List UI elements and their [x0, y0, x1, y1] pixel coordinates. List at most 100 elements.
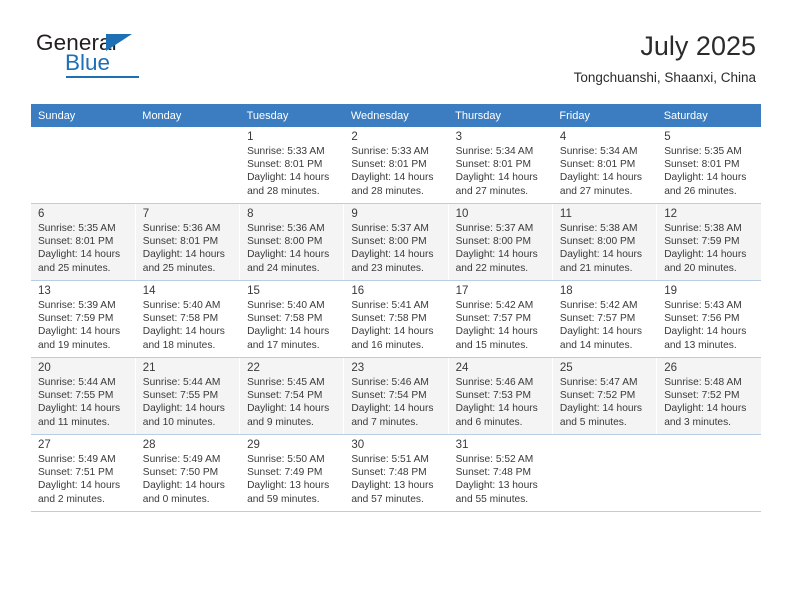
calendar-day-cell[interactable]: 7 Sunrise: 5:36 AM Sunset: 8:01 PM Daylight…: [135, 203, 241, 281]
daylight-text-line2: and 11 minutes.: [38, 416, 110, 428]
day-number: 24: [455, 362, 469, 374]
daylight-text-line1: Daylight: 14 hours: [142, 480, 225, 492]
day-number: 21: [142, 362, 156, 374]
calendar-day-cell[interactable]: 11 Sunrise: 5:38 AM Sunset: 8:00 PM Dayligh…: [552, 203, 658, 281]
day-sun-info: Sunrise: 5:49 AM Sunset: 7:50 PM Daylight:…: [136, 452, 239, 506]
sunrise-text: Sunrise: 5:52 AM: [455, 454, 534, 465]
calendar-day-cell[interactable]: 31 Sunrise: 5:52 AM Sunset: 7:48 PM Dayligh…: [448, 434, 553, 512]
daylight-text-line1: Daylight: 14 hours: [351, 249, 434, 261]
day-number: [136, 127, 239, 144]
calendar-day-cell[interactable]: 24 Sunrise: 5:46 AM Sunset: 7:53 PM Dayligh…: [448, 357, 553, 435]
day-number: 17: [455, 285, 469, 297]
daylight-text-line2: and 7 minutes.: [351, 416, 419, 428]
sunrise-text: Sunrise: 5:42 AM: [455, 300, 534, 311]
sunset-text: Sunset: 7:51 PM: [38, 467, 114, 479]
sunrise-text: Sunrise: 5:40 AM: [247, 300, 325, 311]
day-number: 28: [142, 439, 156, 451]
weekday-header-thursday: Thursday: [448, 104, 553, 127]
day-sun-info: Sunrise: 5:42 AM Sunset: 7:57 PM Daylight:…: [449, 298, 552, 352]
calendar-day-cell[interactable]: 6 Sunrise: 5:35 AM Sunset: 8:01 PM Daylight…: [31, 203, 136, 281]
calendar-day-cell[interactable]: 18 Sunrise: 5:42 AM Sunset: 7:57 PM Dayligh…: [552, 280, 658, 358]
calendar-day-cell[interactable]: 1 Sunrise: 5:33 AM Sunset: 8:01 PM Daylight…: [239, 127, 345, 204]
day-number: 14: [142, 285, 156, 297]
day-number: 26: [664, 362, 677, 374]
day-sun-info: Sunrise: 5:51 AM Sunset: 7:48 PM Daylight:…: [344, 452, 447, 506]
day-number: 27: [38, 439, 51, 451]
calendar-day-cell[interactable]: 9 Sunrise: 5:37 AM Sunset: 8:00 PM Daylight…: [343, 203, 449, 281]
sunrise-text: Sunrise: 5:50 AM: [247, 454, 325, 465]
day-cell-inner: [657, 435, 761, 511]
daylight-text-line1: Daylight: 14 hours: [38, 403, 121, 415]
daylight-text-line1: Daylight: 14 hours: [247, 326, 330, 338]
sunrise-text: Sunrise: 5:46 AM: [351, 377, 429, 388]
sunrise-text: Sunrise: 5:47 AM: [559, 377, 638, 388]
daylight-text-line1: Daylight: 14 hours: [455, 403, 538, 415]
calendar-day-cell[interactable]: 13 Sunrise: 5:39 AM Sunset: 7:59 PM Dayligh…: [31, 280, 136, 358]
day-cell-inner: 7 Sunrise: 5:36 AM Sunset: 8:01 PM Daylight…: [136, 204, 239, 280]
day-cell-inner: 6 Sunrise: 5:35 AM Sunset: 8:01 PM Daylight…: [31, 204, 135, 280]
calendar-day-cell[interactable]: 21 Sunrise: 5:44 AM Sunset: 7:55 PM Dayligh…: [135, 357, 241, 435]
day-cell-inner: 5 Sunrise: 5:35 AM Sunset: 8:01 PM Daylight…: [657, 127, 761, 203]
calendar-day-cell[interactable]: 10 Sunrise: 5:37 AM Sunset: 8:00 PM Dayligh…: [448, 203, 553, 281]
calendar-body: 1 Sunrise: 5:33 AM Sunset: 8:01 PM Daylight…: [31, 127, 761, 512]
calendar-day-cell[interactable]: 16 Sunrise: 5:41 AM Sunset: 7:58 PM Dayligh…: [343, 280, 449, 358]
daylight-text-line2: and 16 minutes.: [351, 339, 424, 351]
day-sun-info: Sunrise: 5:42 AM Sunset: 7:57 PM Daylight:…: [553, 298, 656, 352]
calendar-day-cell[interactable]: 4 Sunrise: 5:34 AM Sunset: 8:01 PM Daylight…: [552, 127, 658, 204]
calendar-day-cell[interactable]: 19 Sunrise: 5:43 AM Sunset: 7:56 PM Dayligh…: [656, 280, 761, 358]
day-number: 10: [455, 208, 469, 220]
calendar-day-cell[interactable]: 8 Sunrise: 5:36 AM Sunset: 8:00 PM Daylight…: [239, 203, 345, 281]
calendar-day-cell[interactable]: 26 Sunrise: 5:48 AM Sunset: 7:52 PM Dayligh…: [656, 357, 761, 435]
day-sun-info: Sunrise: 5:44 AM Sunset: 7:55 PM Daylight:…: [136, 375, 239, 429]
daylight-text-line2: and 27 minutes.: [559, 185, 633, 197]
calendar-page: General Blue July 2025 Tongchuanshi, Sha…: [0, 0, 792, 612]
sunset-text: Sunset: 7:54 PM: [247, 390, 323, 402]
calendar-day-cell[interactable]: 3 Sunrise: 5:34 AM Sunset: 8:01 PM Daylight…: [448, 127, 553, 204]
sunset-text: Sunset: 7:48 PM: [455, 467, 531, 479]
calendar-day-cell[interactable]: 12 Sunrise: 5:38 AM Sunset: 7:59 PM Dayligh…: [656, 203, 761, 281]
calendar-day-cell[interactable]: 22 Sunrise: 5:45 AM Sunset: 7:54 PM Dayligh…: [239, 357, 345, 435]
day-sun-info: Sunrise: 5:44 AM Sunset: 7:55 PM Daylight:…: [31, 375, 135, 429]
sunrise-text: Sunrise: 5:33 AM: [351, 146, 429, 157]
day-cell-inner: 25 Sunrise: 5:47 AM Sunset: 7:52 PM Dayligh…: [553, 358, 656, 434]
day-number: 4: [559, 131, 567, 143]
calendar-day-cell[interactable]: 14 Sunrise: 5:40 AM Sunset: 7:58 PM Dayligh…: [135, 280, 241, 358]
calendar-day-cell[interactable]: 5 Sunrise: 5:35 AM Sunset: 8:01 PM Daylight…: [656, 127, 761, 204]
daylight-text-line2: and 14 minutes.: [559, 339, 633, 351]
calendar-day-cell[interactable]: 2 Sunrise: 5:33 AM Sunset: 8:01 PM Daylight…: [343, 127, 449, 204]
daylight-text-line2: and 20 minutes.: [664, 262, 737, 274]
daylight-text-line1: Daylight: 14 hours: [247, 249, 330, 261]
daylight-text-line2: and 21 minutes.: [559, 262, 633, 274]
sunrise-text: Sunrise: 5:42 AM: [559, 300, 638, 311]
daylight-text-line1: Daylight: 14 hours: [38, 326, 121, 338]
daylight-text-line1: Daylight: 14 hours: [455, 172, 538, 184]
day-number: 18: [559, 285, 573, 297]
daylight-text-line2: and 5 minutes.: [559, 416, 627, 428]
daylight-text-line2: and 28 minutes.: [247, 185, 320, 197]
day-cell-inner: 18 Sunrise: 5:42 AM Sunset: 7:57 PM Dayligh…: [553, 281, 656, 357]
calendar-day-cell[interactable]: 30 Sunrise: 5:51 AM Sunset: 7:48 PM Dayligh…: [343, 434, 449, 512]
calendar-day-cell[interactable]: 20 Sunrise: 5:44 AM Sunset: 7:55 PM Dayligh…: [31, 357, 136, 435]
general-blue-logo: General Blue: [36, 30, 256, 88]
daylight-text-line2: and 13 minutes.: [664, 339, 737, 351]
sunrise-text: Sunrise: 5:34 AM: [559, 146, 638, 157]
calendar-day-cell[interactable]: 28 Sunrise: 5:49 AM Sunset: 7:50 PM Dayligh…: [135, 434, 241, 512]
calendar-day-cell[interactable]: 29 Sunrise: 5:50 AM Sunset: 7:49 PM Dayligh…: [239, 434, 345, 512]
calendar-day-cell[interactable]: 17 Sunrise: 5:42 AM Sunset: 7:57 PM Dayligh…: [448, 280, 553, 358]
day-number: 6: [38, 208, 45, 220]
calendar-day-cell[interactable]: 25 Sunrise: 5:47 AM Sunset: 7:52 PM Dayligh…: [552, 357, 658, 435]
calendar-day-cell[interactable]: 23 Sunrise: 5:46 AM Sunset: 7:54 PM Dayligh…: [343, 357, 449, 435]
day-sun-info: Sunrise: 5:38 AM Sunset: 8:00 PM Daylight:…: [553, 221, 656, 275]
daylight-text-line2: and 9 minutes.: [247, 416, 314, 428]
sunset-text: Sunset: 7:53 PM: [455, 390, 531, 402]
day-number: 1: [247, 131, 254, 143]
daylight-text-line1: Daylight: 14 hours: [142, 326, 225, 338]
sunset-text: Sunset: 8:00 PM: [351, 236, 427, 248]
calendar-day-cell[interactable]: 15 Sunrise: 5:40 AM Sunset: 7:58 PM Dayligh…: [239, 280, 345, 358]
calendar-day-cell[interactable]: 27 Sunrise: 5:49 AM Sunset: 7:51 PM Dayligh…: [31, 434, 136, 512]
day-cell-inner: 2 Sunrise: 5:33 AM Sunset: 8:01 PM Daylight…: [344, 127, 447, 203]
daylight-text-line2: and 27 minutes.: [455, 185, 529, 197]
day-cell-inner: 29 Sunrise: 5:50 AM Sunset: 7:49 PM Dayligh…: [240, 435, 343, 511]
day-sun-info: Sunrise: 5:35 AM Sunset: 8:01 PM Daylight:…: [31, 221, 135, 275]
logo-triangle-icon: [106, 34, 132, 51]
